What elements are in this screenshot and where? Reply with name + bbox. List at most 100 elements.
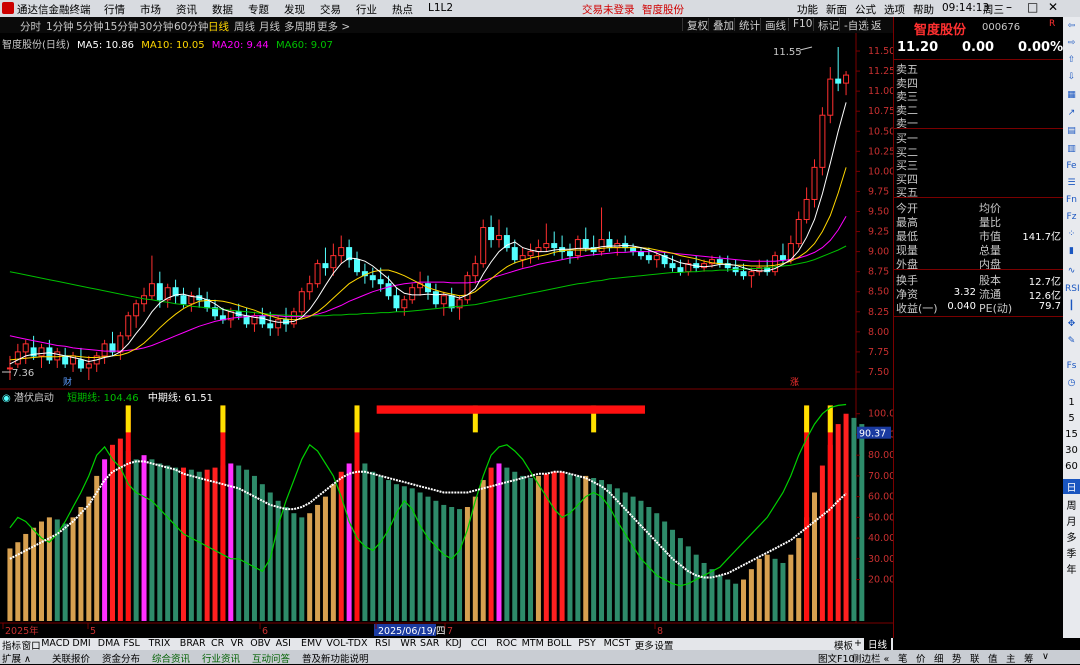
- period-tab[interactable]: 周线: [234, 19, 255, 34]
- period-tab-active[interactable]: 日线: [208, 19, 229, 34]
- up-arrow-icon[interactable]: ⇧: [1065, 54, 1078, 67]
- grid-icon[interactable]: ▦: [1065, 89, 1078, 102]
- period-shortcut[interactable]: 15: [1063, 429, 1080, 440]
- back-arrow-icon[interactable]: ⇦: [1065, 20, 1078, 33]
- indicator-tab[interactable]: OBV: [250, 638, 270, 649]
- indicator-tab[interactable]: MACD: [41, 638, 69, 649]
- status-tool[interactable]: 价: [916, 651, 926, 665]
- down-arrow-icon[interactable]: ⇩: [1065, 71, 1078, 84]
- sub-legend-eye-icon[interactable]: ◉: [2, 393, 11, 404]
- menu-item-new[interactable]: 新面: [826, 2, 847, 17]
- status-tool[interactable]: 值: [988, 651, 998, 665]
- chart-icon[interactable]: ▤: [1065, 125, 1078, 138]
- indicator-tab[interactable]: TRIX: [149, 638, 171, 649]
- status-tool[interactable]: 筹: [1024, 651, 1034, 665]
- menu-item-options[interactable]: 选项: [884, 2, 905, 17]
- draw-button[interactable]: 画线: [760, 18, 790, 32]
- status-tab[interactable]: 综合资讯: [152, 651, 190, 665]
- menu-item[interactable]: 行业: [356, 2, 377, 17]
- list-icon[interactable]: ☰: [1065, 177, 1078, 190]
- period-tab[interactable]: 60分钟: [174, 19, 208, 34]
- menu-item[interactable]: 数据: [212, 2, 233, 17]
- period-shortcut[interactable]: 多: [1063, 529, 1080, 544]
- status-tool[interactable]: 势: [952, 651, 962, 665]
- current-stock-link[interactable]: 智度股份: [642, 2, 684, 17]
- back-button[interactable]: 返回: [866, 18, 893, 47]
- period-tab[interactable]: 月线: [259, 19, 280, 34]
- indicator-tab[interactable]: SAR: [420, 638, 439, 649]
- bars-icon[interactable]: ▮: [1065, 245, 1078, 258]
- indicator-tab[interactable]: DMA: [98, 638, 120, 649]
- period-tab[interactable]: 15分钟: [104, 19, 138, 34]
- menu-item[interactable]: 专题: [248, 2, 269, 17]
- status-tab[interactable]: 扩展 ∧: [2, 651, 31, 665]
- indicator-tab[interactable]: FSL: [123, 638, 140, 649]
- period-shortcut[interactable]: 30: [1063, 445, 1080, 456]
- period-tab[interactable]: 多周期: [284, 19, 316, 34]
- period-shortcut[interactable]: 月: [1063, 513, 1080, 528]
- period-tab-more[interactable]: 更多 >: [317, 19, 350, 34]
- indicator-tab[interactable]: VOL-TDX: [326, 638, 367, 649]
- fn-icon[interactable]: Fn: [1065, 194, 1078, 207]
- menu-item[interactable]: 行情: [104, 2, 125, 17]
- minimize-icon[interactable]: –: [1006, 0, 1012, 14]
- dot-icon[interactable]: ⁘: [1065, 228, 1078, 241]
- period-tab[interactable]: 1分钟: [46, 19, 74, 34]
- period-shortcut[interactable]: 60: [1063, 461, 1080, 472]
- indicator-tab[interactable]: BOLL: [547, 638, 571, 649]
- status-tool[interactable]: 主: [1006, 651, 1016, 665]
- maximize-icon[interactable]: □: [1027, 0, 1038, 14]
- status-tool[interactable]: 笔: [898, 651, 908, 665]
- period-tab[interactable]: 30分钟: [139, 19, 173, 34]
- indicator-tab[interactable]: MCST: [604, 638, 631, 649]
- menu-item-formula[interactable]: 公式: [855, 2, 876, 17]
- clock-icon[interactable]: ◷: [1065, 377, 1078, 390]
- period-tab[interactable]: 分时: [20, 19, 41, 34]
- f10-graphic-link[interactable]: 图文F10: [818, 651, 855, 665]
- status-tool[interactable]: 细: [934, 651, 944, 665]
- menu-item[interactable]: 热点: [392, 2, 413, 17]
- status-tool[interactable]: ∨: [1042, 651, 1049, 662]
- status-tab[interactable]: 关联报价: [52, 651, 90, 665]
- menu-item[interactable]: 资讯: [176, 2, 197, 17]
- status-tool[interactable]: 联: [970, 651, 980, 665]
- status-tab[interactable]: 互动问答: [252, 651, 290, 665]
- sidebar-toggle[interactable]: 侧边栏 «: [852, 651, 889, 665]
- rsi-icon[interactable]: RSI: [1065, 283, 1080, 296]
- status-tab[interactable]: 资金分布: [102, 651, 140, 665]
- indicator-tab[interactable]: PSY: [578, 638, 596, 649]
- status-tab[interactable]: 普及新功能说明: [302, 651, 369, 665]
- indicator-tab[interactable]: CR: [211, 638, 224, 649]
- menu-item[interactable]: L1L2: [428, 2, 453, 14]
- candle-icon[interactable]: ┃: [1065, 300, 1078, 313]
- menu-item-function[interactable]: 功能: [797, 2, 818, 17]
- period-shortcut[interactable]: 5: [1063, 413, 1080, 424]
- menu-item-help[interactable]: 帮助: [913, 2, 934, 17]
- indicator-tab[interactable]: ASI: [276, 638, 291, 649]
- wave-icon[interactable]: ∿: [1065, 265, 1078, 278]
- indicator-tab[interactable]: WR: [400, 638, 416, 649]
- table-icon[interactable]: ▥: [1065, 143, 1078, 156]
- move-icon[interactable]: ✥: [1065, 318, 1078, 331]
- trade-login-link[interactable]: 交易未登录: [582, 2, 635, 17]
- indicator-tab[interactable]: ROC: [496, 638, 517, 649]
- period-shortcut[interactable]: 1: [1063, 397, 1080, 408]
- period-tab[interactable]: 5分钟: [76, 19, 104, 34]
- indicator-tab[interactable]: RSI: [375, 638, 390, 649]
- fe-icon[interactable]: Fe: [1065, 160, 1078, 173]
- menu-item[interactable]: 发现: [284, 2, 305, 17]
- indicator-tab[interactable]: KDJ: [445, 638, 461, 649]
- fs-icon[interactable]: Fs: [1065, 360, 1078, 373]
- indicator-tab[interactable]: VR: [231, 638, 244, 649]
- kline-chart[interactable]: 11.55 7.36 财 涨 11.50 11.25 11.00 10.75 10.50 10.2…: [0, 33, 893, 638]
- indicator-tool[interactable]: +: [854, 638, 862, 649]
- trend-icon[interactable]: ↗: [1065, 107, 1078, 120]
- period-shortcut[interactable]: 周: [1063, 497, 1080, 512]
- indicator-tab[interactable]: MTM: [522, 638, 544, 649]
- menu-item[interactable]: 交易: [320, 2, 341, 17]
- period-shortcut[interactable]: 年: [1063, 561, 1080, 576]
- indicator-tab[interactable]: EMV: [301, 638, 322, 649]
- period-shortcut-active[interactable]: 日: [1063, 479, 1080, 494]
- pen-icon[interactable]: ✎: [1065, 335, 1078, 348]
- indicator-tab[interactable]: DMI: [72, 638, 90, 649]
